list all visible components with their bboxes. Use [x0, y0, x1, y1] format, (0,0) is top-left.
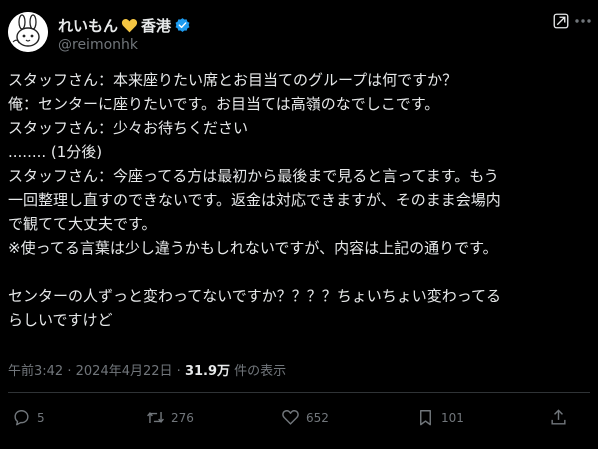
- tweet-text-line: で観てて大丈夫です。: [8, 215, 157, 233]
- tweet-text-line: スタッフさん：本来座りたい席とお目当てのグループは何ですか？: [8, 71, 458, 89]
- tweet-text-line: ........ (1分後): [8, 143, 103, 161]
- bookmark-icon: [420, 410, 431, 426]
- tweet-text-line: ※使ってる言葉は少し違うかもしれないですが、内容は上記の通りです。: [8, 239, 498, 257]
- tweet-text-line: センターの人ずっと変わってないですか？？？？ちょいちょい変わってる: [8, 287, 502, 305]
- views-count[interactable]: 31.9万: [185, 364, 230, 379]
- heart-icon: [282, 410, 299, 425]
- bookmark-count: 101: [441, 410, 464, 425]
- divider: [8, 392, 590, 393]
- retweet-button[interactable]: 276: [146, 408, 194, 427]
- reply-icon: [14, 410, 29, 426]
- like-button[interactable]: 652: [281, 408, 329, 427]
- share-icon: [551, 409, 566, 425]
- tweet-text-line: 一回整理し直すのできないです。返金は対応できますが、そのまま会場内: [8, 191, 501, 209]
- display-name[interactable]: れいもん: [58, 15, 118, 36]
- tweet-text: スタッフさん：本来座りたい席とお目当てのグループは何ですか？ 俺：センターに座りた…: [8, 68, 588, 332]
- verified-badge-icon[interactable]: [174, 17, 191, 34]
- tweet-text-line: スタッフさん：少々お待ちください: [8, 119, 249, 137]
- display-name-suffix[interactable]: 香港: [141, 15, 171, 36]
- tweet-card: れいもん 香港 @reimonhk スタッフさん：本来座りたい席とお目当てのグル…: [0, 0, 598, 449]
- name-row: れいもん 香港: [58, 15, 191, 36]
- like-count: 652: [306, 410, 329, 425]
- bunny-avatar-icon: [8, 12, 48, 52]
- user-handle[interactable]: @reimonhk: [58, 37, 138, 53]
- meta-separator: ·: [67, 364, 72, 379]
- grok-icon[interactable]: [552, 12, 570, 30]
- tweet-header: れいもん 香港 @reimonhk: [8, 12, 598, 56]
- meta-separator-2: ·: [176, 364, 181, 379]
- tweet-text-line: [8, 260, 588, 284]
- retweet-icon: [147, 411, 164, 424]
- tweet-time[interactable]: 午前3:42: [8, 364, 63, 379]
- bookmark-button[interactable]: 101: [416, 408, 464, 427]
- tweet-text-line: 俺：センターに座りたいです。お目当ては高嶺のなでしこです。: [8, 95, 440, 113]
- tweet-text-line: スタッフさん：今座ってる方は最初から最後まで見ると言ってます。もう: [8, 167, 499, 185]
- reply-count: 5: [37, 410, 45, 425]
- tweet-text-line: らしいですけど: [8, 311, 113, 329]
- share-button[interactable]: [549, 408, 568, 427]
- views-label: 件の表示: [234, 364, 287, 379]
- tweet-meta: 午前3:42 · 2024年4月22日 · 31.9万 件の表示: [8, 360, 286, 379]
- more-options-icon[interactable]: [570, 12, 596, 30]
- retweet-count: 276: [171, 410, 194, 425]
- avatar[interactable]: [8, 12, 48, 52]
- yellow-heart-icon: [121, 18, 138, 33]
- action-bar: 5 276 652 101: [0, 408, 598, 438]
- tweet-date[interactable]: 2024年4月22日: [76, 364, 173, 379]
- reply-button[interactable]: 5: [12, 408, 45, 427]
